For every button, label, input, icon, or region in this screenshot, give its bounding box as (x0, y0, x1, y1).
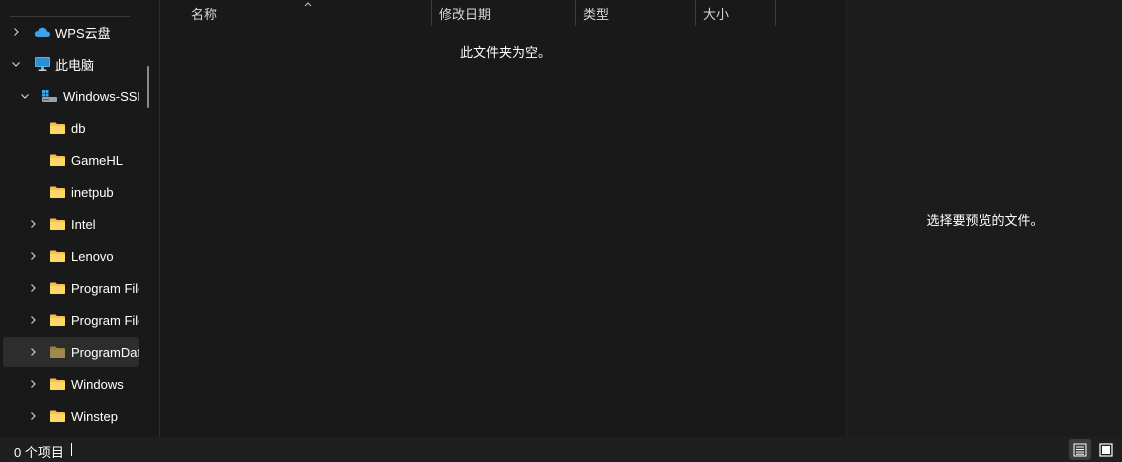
folder-icon (48, 248, 66, 264)
nav-scrollbar[interactable] (147, 66, 149, 108)
column-header-modified[interactable]: 修改日期 (439, 0, 575, 26)
folder-icon (48, 120, 66, 136)
large-icons-view-button[interactable] (1095, 439, 1117, 460)
nav-item-label: Intel (71, 216, 96, 232)
column-header-type[interactable]: 类型 (583, 0, 695, 26)
column-header-size[interactable]: 大小 (703, 0, 775, 26)
nav-item[interactable]: GameHL (0, 145, 139, 175)
nav-item[interactable]: WPS云盘 (0, 17, 139, 47)
status-separator (71, 443, 72, 456)
chevron-right-icon[interactable] (25, 376, 41, 392)
nav-item-label: Program Files (x86) (71, 312, 139, 328)
item-count: 0 个项目 (14, 445, 64, 460)
preview-message: 选择要预览的文件。 (926, 213, 1044, 228)
chevron-right-icon[interactable] (8, 24, 24, 40)
chevron-right-icon[interactable] (25, 248, 41, 264)
nav-item-label: Program Files (71, 280, 139, 296)
nav-item[interactable]: Lenovo (0, 241, 139, 271)
navigation-pane: WPS云盘此电脑 Windows-SSD db GameHL inetpub Intel L… (0, 0, 158, 437)
status-bar: 0 个项目 (0, 437, 1122, 462)
column-size-label: 大小 (703, 6, 730, 22)
folder-icon (48, 344, 66, 360)
column-header-name[interactable]: 名称 (191, 0, 431, 26)
details-view-button[interactable] (1069, 439, 1091, 460)
column-modified-label: 修改日期 (439, 6, 492, 22)
empty-folder-message: 此文件夹为空。 (460, 45, 552, 60)
chevron-down-icon[interactable] (8, 56, 24, 72)
details-view-icon (1073, 443, 1087, 456)
nav-item[interactable]: Intel (0, 209, 139, 239)
computer-icon (33, 56, 51, 72)
nav-item[interactable]: Program Files (0, 273, 139, 303)
column-separator[interactable] (775, 0, 776, 26)
large-icons-view-icon (1099, 442, 1113, 457)
nav-item[interactable]: 此电脑 (0, 49, 139, 79)
nav-item-label: Windows (71, 376, 124, 392)
chevron-down-icon[interactable] (17, 88, 33, 104)
nav-item[interactable]: ProgramData (3, 337, 139, 367)
folder-icon (48, 184, 66, 200)
nav-item[interactable]: Windows-SSD (0, 81, 139, 111)
nav-item-label: GameHL (71, 152, 124, 168)
folder-icon (48, 280, 66, 296)
nav-item[interactable]: Windows (0, 369, 139, 399)
preview-pane: 选择要预览的文件。 (846, 0, 1122, 437)
column-name-label: 名称 (191, 6, 218, 22)
nav-item-label: WPS云盘 (55, 25, 111, 41)
column-type-label: 类型 (583, 6, 610, 22)
nav-item-label: Winstep (71, 408, 118, 424)
nav-item-label: 此电脑 (55, 57, 95, 73)
column-separator[interactable] (575, 0, 576, 26)
chevron-right-icon[interactable] (25, 344, 41, 360)
folder-icon (48, 408, 66, 424)
nav-item[interactable]: db (0, 113, 139, 143)
folder-icon (48, 376, 66, 392)
nav-item-label: inetpub (71, 184, 114, 200)
nav-item[interactable]: inetpub (0, 177, 139, 207)
column-separator[interactable] (431, 0, 432, 26)
file-list-pane: 名称 修改日期 类型 大小 此文件夹为空。 (159, 0, 846, 437)
cloud-icon (33, 24, 51, 40)
nav-item[interactable]: Winstep (0, 401, 139, 431)
chevron-right-icon[interactable] (25, 408, 41, 424)
nav-item-label: Windows-SSD (63, 88, 139, 104)
folder-icon (48, 152, 66, 168)
chevron-right-icon[interactable] (25, 216, 41, 232)
column-separator[interactable] (695, 0, 696, 26)
folder-icon (48, 216, 66, 232)
nav-item-label: ProgramData (71, 344, 139, 360)
nav-item[interactable]: Program Files (x86) (0, 305, 139, 335)
chevron-right-icon[interactable] (25, 280, 41, 296)
drive-icon (40, 88, 58, 104)
folder-icon (48, 312, 66, 328)
nav-item-label: Lenovo (71, 248, 114, 264)
chevron-right-icon[interactable] (25, 312, 41, 328)
nav-item-label: db (71, 120, 86, 136)
